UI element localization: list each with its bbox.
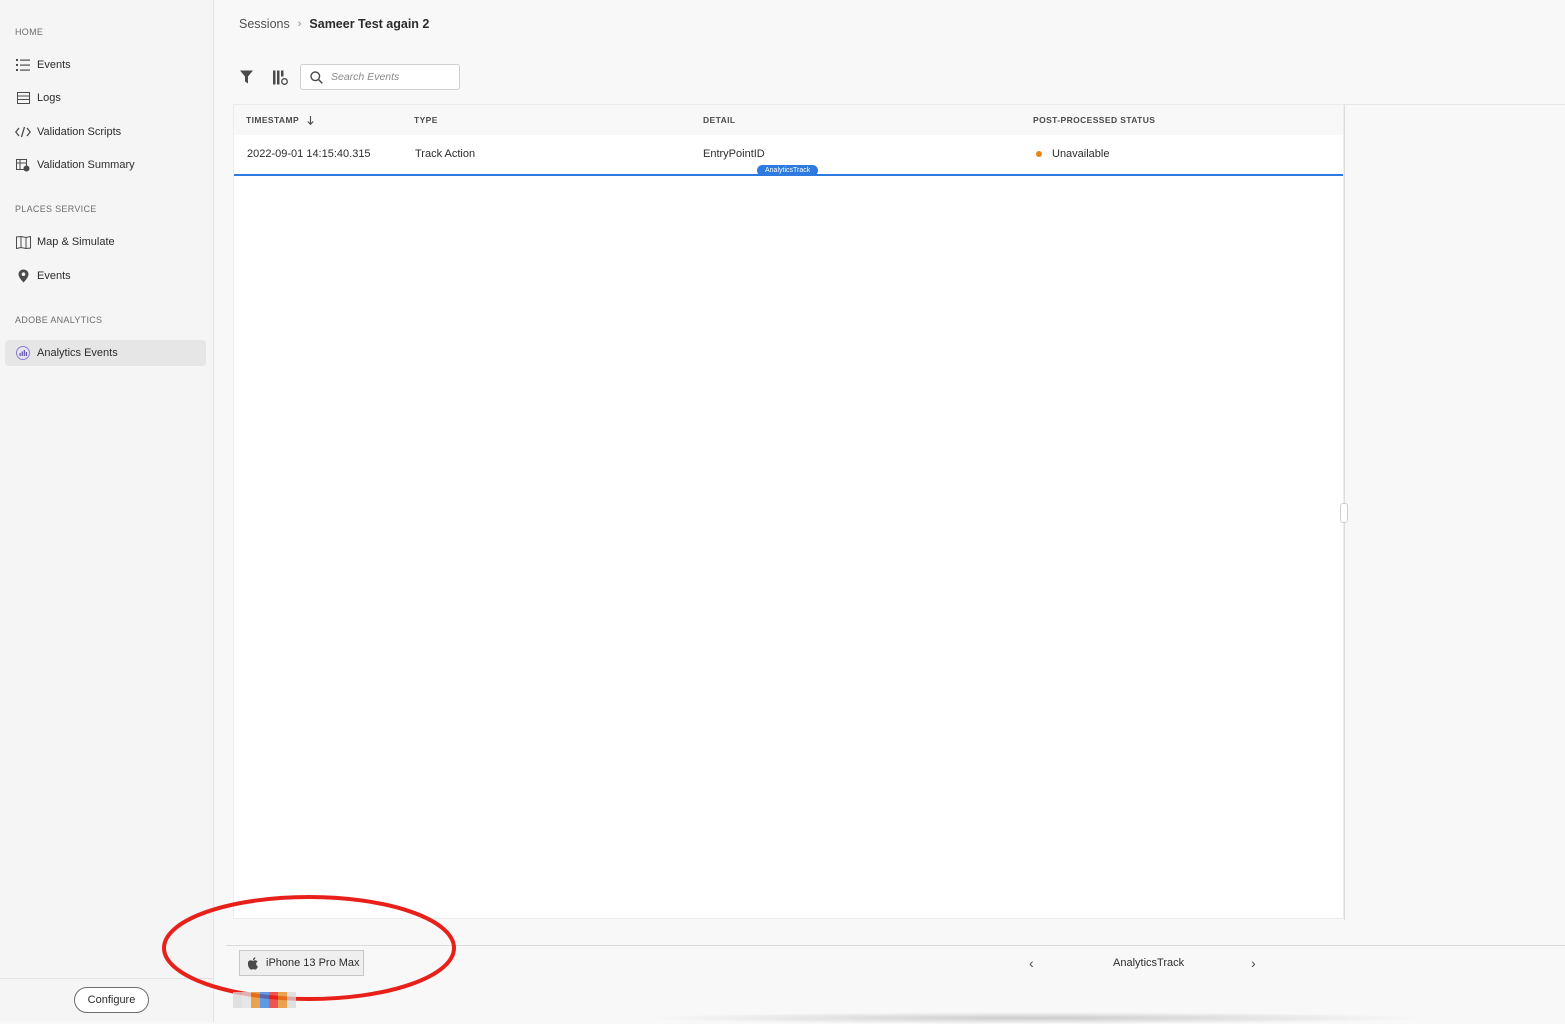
cell-type: Track Action [415, 148, 476, 160]
analytics-icon [15, 345, 31, 361]
breadcrumb-chevron-icon: › [297, 18, 302, 30]
sidebar: HOME Events Logs Validation Scripts Vali… [0, 0, 214, 1022]
sidebar-item-label: Logs [37, 92, 61, 104]
sidebar-item-label: Events [37, 270, 71, 282]
events-table: TIMESTAMP TYPE DETAIL POST-PROCESSED STA… [233, 104, 1344, 919]
color-strip [233, 992, 296, 1008]
search-icon [310, 70, 323, 84]
column-header-type[interactable]: TYPE [414, 115, 438, 125]
sidebar-item-logs[interactable]: Logs [5, 85, 206, 111]
sidebar-item-analytics-events[interactable]: Analytics Events [5, 340, 206, 366]
cell-detail: EntryPointID [703, 148, 765, 160]
sidebar-item-events[interactable]: Events [5, 52, 206, 78]
status-dot-icon [1036, 151, 1042, 158]
cell-timestamp: 2022-09-01 14:15:40.315 [247, 148, 371, 160]
sidebar-item-map-simulate[interactable]: Map & Simulate [5, 229, 206, 255]
sidebar-item-places-events[interactable]: Events [5, 263, 206, 289]
status-label: Unavailable [1052, 148, 1110, 160]
pager-label: AnalyticsTrack [1113, 957, 1185, 969]
breadcrumb-sessions-link[interactable]: Sessions [239, 17, 290, 31]
sidebar-item-validation-summary[interactable]: Validation Summary [5, 152, 206, 178]
code-icon [15, 124, 31, 140]
breadcrumb-current: Sameer Test again 2 [309, 17, 430, 31]
logs-icon [15, 90, 31, 106]
event-tag-badge: AnalyticsTrack [757, 165, 819, 176]
main-content: Sessions › Sameer Test again 2 TIMESTAMP… [214, 0, 1565, 1022]
location-pin-icon [15, 268, 31, 284]
list-icon [15, 57, 31, 73]
configure-button[interactable]: Configure [74, 987, 149, 1013]
column-header-detail[interactable]: DETAIL [703, 115, 735, 125]
table-header: TIMESTAMP TYPE DETAIL POST-PROCESSED STA… [234, 105, 1343, 135]
dock-shadow [640, 1012, 1430, 1024]
sort-descending-icon [307, 115, 314, 125]
panel-resize-handle[interactable] [1340, 503, 1348, 523]
sidebar-item-label: Validation Scripts [37, 126, 122, 138]
map-icon [15, 234, 31, 250]
section-label-home: HOME [15, 27, 44, 37]
table-row[interactable]: 2022-09-01 14:15:40.315 Track Action Ent… [234, 137, 1343, 176]
previous-chevron-icon[interactable]: ‹ [1029, 955, 1034, 971]
column-settings-icon[interactable] [272, 69, 288, 85]
filter-icon[interactable] [238, 69, 254, 85]
section-label-places: PLACES SERVICE [15, 204, 97, 214]
section-label-analytics: ADOBE ANALYTICS [15, 315, 103, 325]
sidebar-item-label: Map & Simulate [37, 236, 115, 248]
column-header-status[interactable]: POST-PROCESSED STATUS [1033, 115, 1155, 125]
column-header-label: TIMESTAMP [246, 115, 300, 125]
sidebar-footer-divider [0, 978, 213, 979]
sidebar-item-validation-scripts[interactable]: Validation Scripts [5, 119, 206, 145]
device-selector-button[interactable]: iPhone 13 Pro Max [239, 950, 364, 976]
sidebar-item-label: Analytics Events [37, 347, 118, 359]
cell-status: Unavailable [1036, 148, 1109, 160]
sidebar-item-label: Events [37, 59, 71, 71]
sidebar-item-label: Validation Summary [37, 159, 135, 171]
search-input[interactable] [329, 70, 453, 84]
next-chevron-icon[interactable]: › [1251, 955, 1256, 971]
apple-icon [248, 956, 259, 970]
device-label: iPhone 13 Pro Max [266, 957, 360, 969]
detail-panel [1344, 104, 1565, 920]
breadcrumb: Sessions › Sameer Test again 2 [239, 17, 429, 31]
search-field [300, 64, 460, 90]
column-header-timestamp[interactable]: TIMESTAMP [246, 115, 314, 125]
summary-icon [15, 157, 31, 173]
footer-divider [226, 945, 1565, 946]
